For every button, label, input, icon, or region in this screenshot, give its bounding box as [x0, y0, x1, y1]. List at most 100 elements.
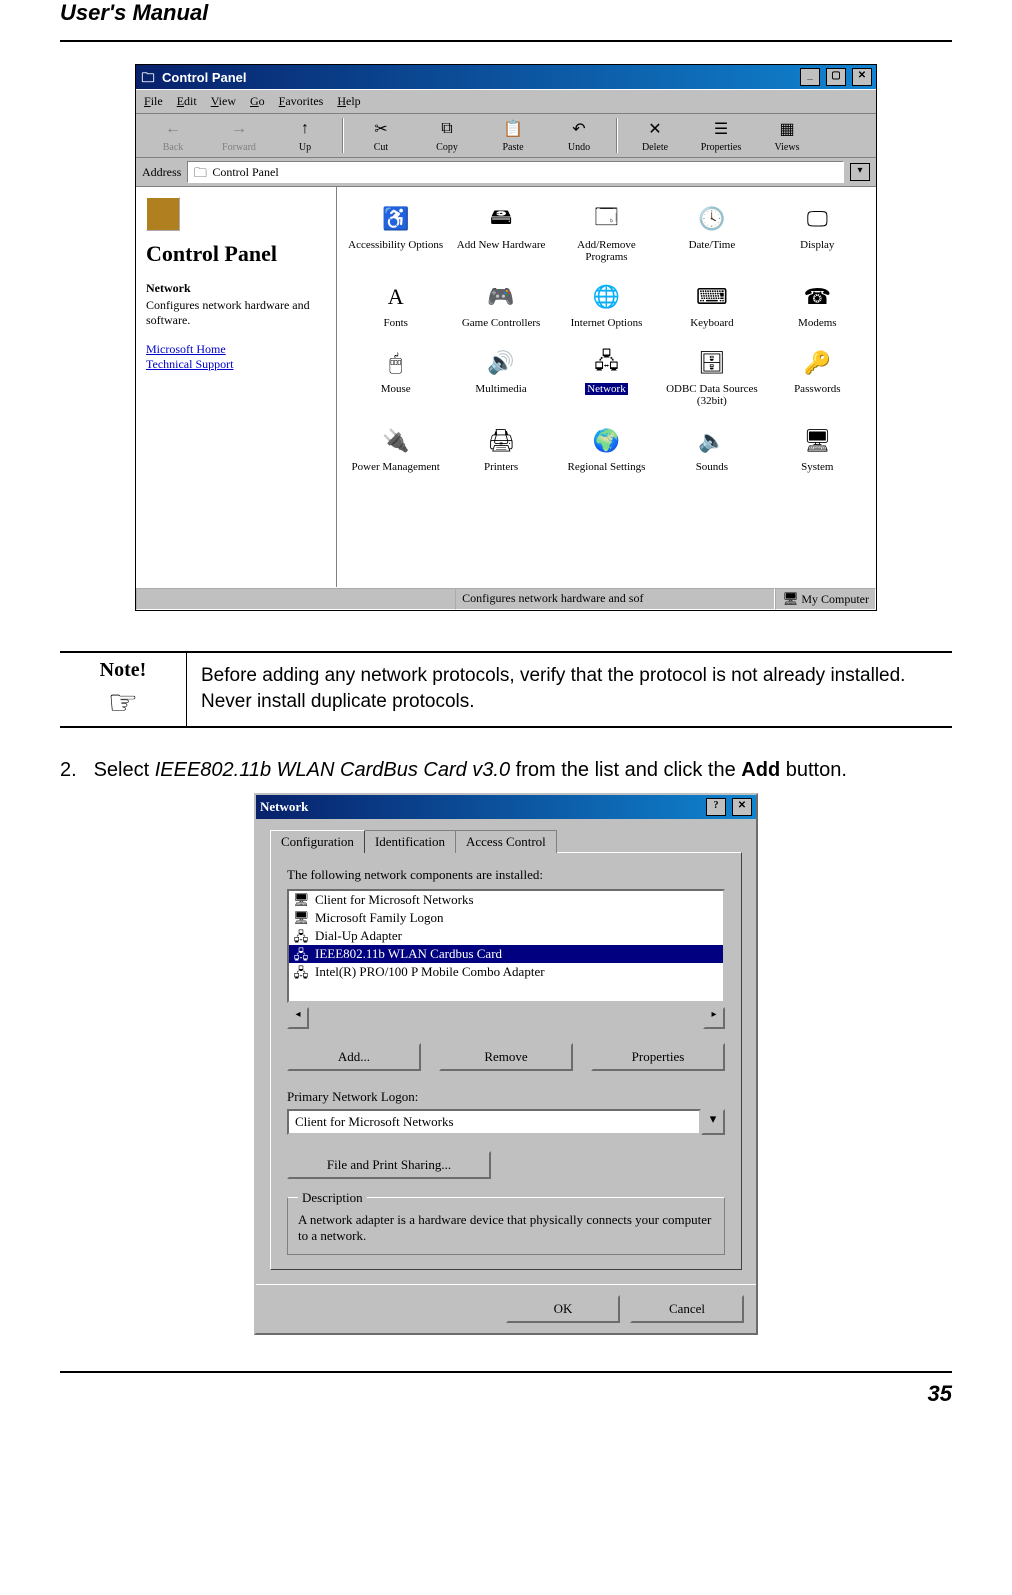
tool-undo[interactable]: ↶Undo: [546, 116, 612, 155]
cp-item-multimedia[interactable]: 🔊Multimedia: [452, 347, 549, 407]
list-item[interactable]: 🖥Microsoft Family Logon: [289, 909, 723, 927]
components-label: The following network components are ins…: [287, 867, 725, 883]
status-zone: 🖥 My Computer: [775, 588, 876, 610]
tool-delete[interactable]: ✕Delete: [622, 116, 688, 155]
window-title: Control Panel: [162, 70, 247, 85]
scroll-left-icon[interactable]: ◂: [287, 1007, 309, 1029]
dialog-titlebar: Network ? ✕: [256, 795, 756, 819]
tool-properties[interactable]: ☰Properties: [688, 116, 754, 155]
status-text: Configures network hardware and sof: [455, 588, 775, 610]
tool-copy[interactable]: ⧉Copy: [414, 116, 480, 155]
cp-item-game-controllers[interactable]: 🎮Game Controllers: [452, 281, 549, 329]
window-icon: 🗀: [140, 69, 156, 85]
tool-up[interactable]: ↑Up: [272, 116, 338, 155]
menu-view[interactable]: View: [211, 94, 236, 109]
list-item[interactable]: 🖥Client for Microsoft Networks: [289, 891, 723, 909]
menu-favorites[interactable]: Favorites: [279, 94, 324, 109]
tool-views[interactable]: ▦Views: [754, 116, 820, 155]
address-bar: Address 🗀 Control Panel ▾: [136, 158, 876, 187]
components-listbox[interactable]: 🖥Client for Microsoft Networks🖥Microsoft…: [287, 889, 725, 1003]
properties-button[interactable]: Properties: [591, 1043, 725, 1071]
tab-configuration[interactable]: Configuration: [270, 830, 365, 853]
icon-grid: ♿Accessibility Options🖴Add New Hardware🗔…: [337, 187, 876, 587]
cp-item-odbc-data-sources-32bit-[interactable]: 🗄ODBC Data Sources (32bit): [663, 347, 760, 407]
primary-logon-label: Primary Network Logon:: [287, 1089, 725, 1105]
menu-edit[interactable]: Edit: [177, 94, 197, 109]
list-item[interactable]: 🖧Intel(R) PRO/100 P Mobile Combo Adapter: [289, 963, 723, 981]
dialog-close-button[interactable]: ✕: [732, 798, 752, 816]
cp-item-fonts[interactable]: AFonts: [347, 281, 444, 329]
cp-item-add-new-hardware[interactable]: 🖴Add New Hardware: [452, 203, 549, 263]
list-item[interactable]: 🖧IEEE802.11b WLAN Cardbus Card: [289, 945, 723, 963]
toolbar: ←Back→Forward↑Up ✂Cut⧉Copy📋Paste↶Undo ✕Del…: [136, 114, 876, 158]
scroll-right-icon[interactable]: ▸: [703, 1007, 725, 1029]
help-button[interactable]: ?: [706, 798, 726, 816]
statusbar: Configures network hardware and sof 🖥 My…: [136, 587, 876, 610]
cp-item-power-management[interactable]: 🔌Power Management: [347, 425, 444, 473]
tab-strip: Configuration Identification Access Cont…: [270, 830, 742, 853]
cp-item-modems[interactable]: ☎Modems: [769, 281, 866, 329]
cp-item-keyboard[interactable]: ⌨Keyboard: [663, 281, 760, 329]
note-box: Note! ☞ Before adding any network protoc…: [60, 651, 952, 728]
tab-access-control[interactable]: Access Control: [455, 830, 557, 853]
side-item-title: Network: [146, 281, 326, 296]
dialog-title: Network: [260, 799, 308, 815]
side-panel: Control Panel Network Configures network…: [136, 187, 337, 587]
page-number: 35: [60, 1381, 952, 1407]
cp-item-regional-settings[interactable]: 🌍Regional Settings: [558, 425, 655, 473]
primary-logon-value: Client for Microsoft Networks: [287, 1109, 701, 1135]
side-item-desc: Configures network hardware and software…: [146, 298, 326, 328]
tab-identification[interactable]: Identification: [364, 830, 456, 853]
list-scrollbar[interactable]: ◂ ▸: [287, 1007, 725, 1029]
side-heading: Control Panel: [146, 241, 326, 267]
menubar: File Edit View Go Favorites Help: [136, 89, 876, 114]
tool-back: ←Back: [140, 116, 206, 155]
file-print-sharing-button[interactable]: File and Print Sharing...: [287, 1151, 491, 1179]
ok-button[interactable]: OK: [506, 1295, 620, 1323]
page-title: User's Manual: [60, 0, 952, 30]
cancel-button[interactable]: Cancel: [630, 1295, 744, 1323]
maximize-button[interactable]: ▢: [826, 68, 846, 86]
link-tech-support[interactable]: Technical Support: [146, 357, 326, 372]
cp-item-accessibility-options[interactable]: ♿Accessibility Options: [347, 203, 444, 263]
cp-item-network[interactable]: 🖧Network: [558, 347, 655, 407]
footer-rule: [60, 1371, 952, 1373]
note-label: Note!: [100, 659, 147, 681]
description-label: Description: [298, 1190, 367, 1206]
address-dropdown[interactable]: ▾: [850, 163, 870, 181]
cp-item-system[interactable]: 🖥System: [769, 425, 866, 473]
add-button[interactable]: Add...: [287, 1043, 421, 1071]
cp-item-mouse[interactable]: 🖱Mouse: [347, 347, 444, 407]
cp-item-sounds[interactable]: 🔈Sounds: [663, 425, 760, 473]
tool-forward: →Forward: [206, 116, 272, 155]
instruction-step: 2. Select IEEE802.11b WLAN CardBus Card …: [60, 756, 952, 785]
cp-item-passwords[interactable]: 🔑Passwords: [769, 347, 866, 407]
address-field[interactable]: 🗀 Control Panel: [187, 161, 844, 183]
cp-item-date-time[interactable]: 🕓Date/Time: [663, 203, 760, 263]
tool-cut[interactable]: ✂Cut: [348, 116, 414, 155]
control-panel-window: 🗀 Control Panel _ ▢ ✕ File Edit View Go …: [135, 64, 877, 611]
tool-paste[interactable]: 📋Paste: [480, 116, 546, 155]
computer-icon: 🖥: [782, 591, 798, 607]
cp-item-internet-options[interactable]: 🌐Internet Options: [558, 281, 655, 329]
description-text: A network adapter is a hardware device t…: [298, 1212, 714, 1244]
primary-logon-combo[interactable]: Client for Microsoft Networks ▾: [287, 1109, 725, 1135]
chevron-down-icon[interactable]: ▾: [701, 1109, 725, 1135]
minimize-button[interactable]: _: [800, 68, 820, 86]
network-dialog: Network ? ✕ Configuration Identification…: [254, 793, 758, 1335]
header-rule: [60, 40, 952, 42]
side-folder-icon: [146, 197, 180, 231]
titlebar: 🗀 Control Panel _ ▢ ✕: [136, 65, 876, 89]
cp-item-add-remove-programs[interactable]: 🗔Add/Remove Programs: [558, 203, 655, 263]
list-item[interactable]: 🖧Dial-Up Adapter: [289, 927, 723, 945]
link-ms-home[interactable]: Microsoft Home: [146, 342, 326, 357]
cp-item-display[interactable]: 🖵Display: [769, 203, 866, 263]
menu-help[interactable]: Help: [337, 94, 360, 109]
close-button[interactable]: ✕: [852, 68, 872, 86]
menu-file[interactable]: File: [144, 94, 163, 109]
tab-pane: The following network components are ins…: [270, 852, 742, 1270]
menu-go[interactable]: Go: [250, 94, 265, 109]
cp-item-printers[interactable]: 🖨Printers: [452, 425, 549, 473]
remove-button[interactable]: Remove: [439, 1043, 573, 1071]
pointing-hand-icon: ☞: [68, 686, 178, 720]
